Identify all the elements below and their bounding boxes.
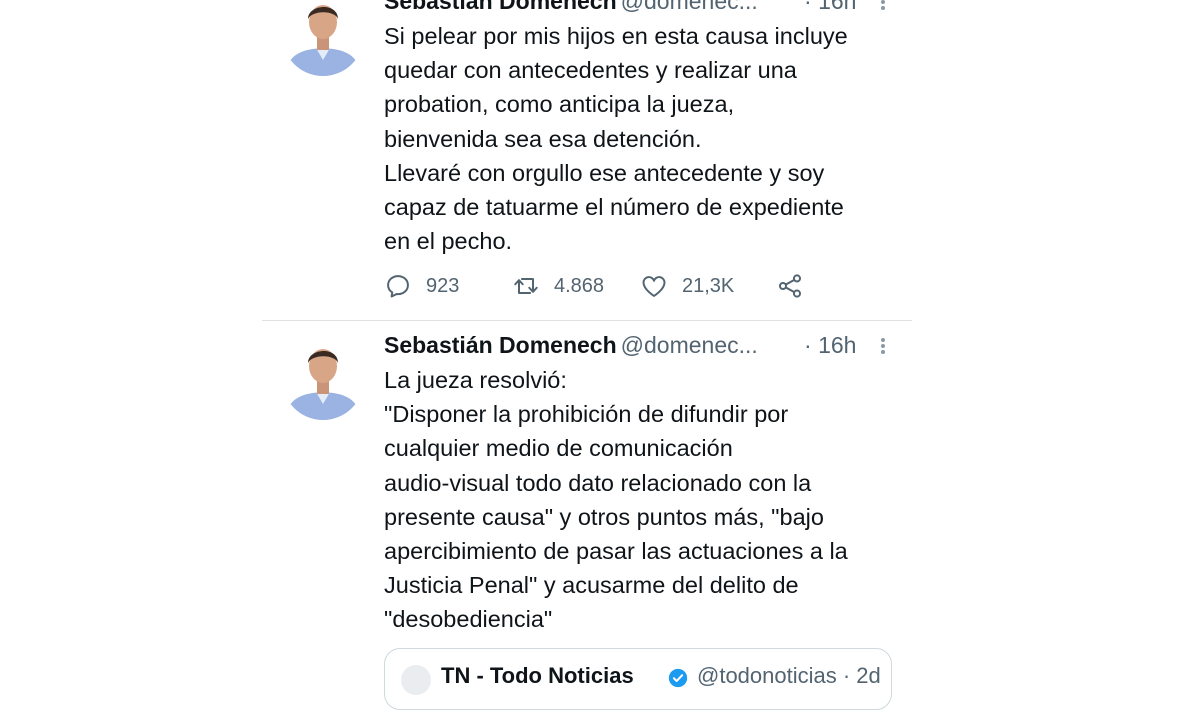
author-name[interactable]: Sebastián Domenech: [384, 332, 617, 358]
quoted-author-handle[interactable]: @todonoticias · 2d: [697, 663, 881, 689]
tweet-feed: Sebastián Domenech @domenec... · 16h Si p…: [262, 0, 912, 710]
tweet-text-line: La jueza resolvió:: [384, 367, 567, 393]
tweet-text-line: cualquier medio de comunicación: [384, 435, 733, 462]
tweet-header: Sebastián Domenech @domenec... · 16h: [384, 330, 885, 360]
tweet-text-line: bienvenida sea esa detención.: [384, 125, 702, 152]
quoted-avatar[interactable]: [401, 665, 431, 695]
tweet-text-line: Justicia Penal" y acusarme del delito de: [384, 572, 799, 599]
share-icon: [778, 274, 802, 298]
author-handle[interactable]: @domenec...: [621, 332, 758, 358]
tweet-text: La jueza resolvió: "Disponer la prohibic…: [384, 363, 904, 637]
more-options-icon[interactable]: [876, 330, 890, 360]
tweet-timestamp[interactable]: · 16h: [804, 0, 856, 16]
reply-icon: [387, 275, 409, 298]
tweet-text-line: en el pecho.: [384, 228, 513, 255]
tweet-text-line: probation, como anticipa la jueza,: [384, 91, 735, 118]
heart-icon: [642, 276, 666, 297]
author-handle[interactable]: @domenec...: [621, 0, 758, 14]
tweet-text-line: Si pelear por mis hijos en esta causa in…: [384, 23, 848, 49]
reply-button[interactable]: 923: [384, 271, 459, 301]
tweet-text-line: "Disponer la prohibición de difundir por: [384, 401, 789, 428]
share-button[interactable]: [776, 271, 804, 301]
tweet-text-line: capaz de tatuarme el número de expedient…: [384, 194, 844, 221]
avatar[interactable]: [282, 0, 364, 76]
tweet-text-line: presente causa" y otros puntos más, "baj…: [384, 503, 824, 530]
retweet-button[interactable]: 4.868: [512, 271, 604, 301]
retweet-count: 4.868: [554, 274, 605, 297]
tweet-timestamp[interactable]: · 16h: [804, 330, 856, 360]
like-count: 21,3K: [682, 274, 735, 297]
verified-badge-icon: [668, 668, 688, 688]
author-name[interactable]: Sebastián Domenech: [384, 0, 617, 14]
tweet-text-line: "desobediencia": [384, 606, 553, 633]
tweet-time-value: 16h: [818, 332, 857, 358]
retweet-icon: [514, 278, 538, 294]
avatar[interactable]: [282, 338, 364, 420]
tweet-text-line: Llevaré con orgullo ese antecedente y so…: [384, 159, 825, 186]
quoted-author-name[interactable]: TN - Todo Noticias: [441, 663, 634, 689]
reply-count: 923: [426, 274, 460, 297]
tweet-divider: [262, 320, 912, 321]
more-options-icon[interactable]: [876, 0, 890, 16]
tweet-header: Sebastián Domenech @domenec... · 16h: [384, 0, 885, 16]
tweet-text-line: quedar con antecedentes y realizar una: [384, 57, 797, 84]
tweet-text-line: audio-visual todo dato relacionado con l…: [384, 469, 812, 496]
tweet-time-value: 16h: [818, 0, 857, 14]
quoted-tweet[interactable]: TN - Todo Noticias @todonoticias · 2d: [384, 648, 892, 710]
like-button[interactable]: 21,3K: [640, 271, 734, 301]
tweet-text-line: apercibimiento de pasar las actuaciones …: [384, 538, 848, 565]
tweet-text: Si pelear por mis hijos en esta causa in…: [384, 19, 904, 258]
